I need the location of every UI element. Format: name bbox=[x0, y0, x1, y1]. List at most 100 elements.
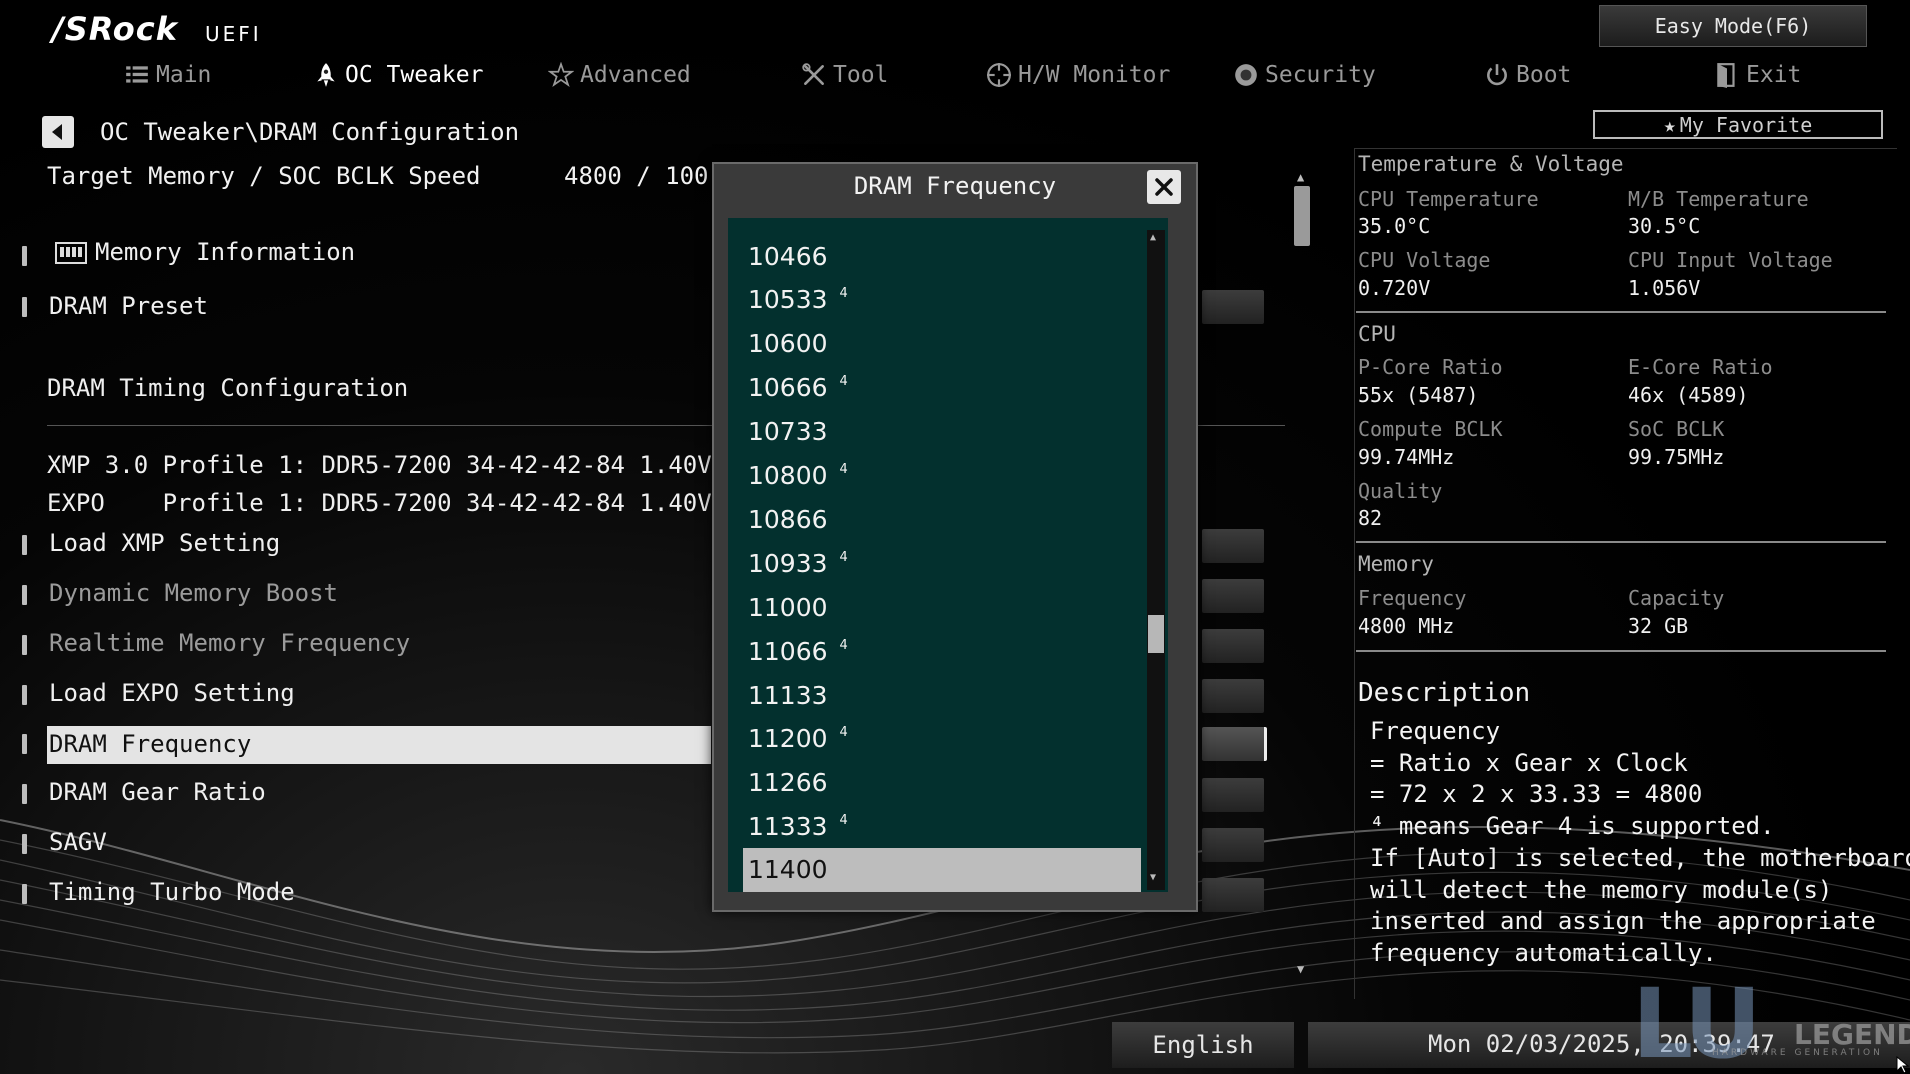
menu-item-dram-preset[interactable]: DRAM Preset bbox=[0, 290, 700, 326]
tab-oc-tweaker[interactable]: OC Tweaker bbox=[313, 58, 483, 92]
tab-tool[interactable]: Tool bbox=[801, 58, 888, 92]
frequency-option[interactable]: 10600 bbox=[745, 324, 1141, 364]
cpu-heading: CPU bbox=[1358, 322, 1396, 346]
scroll-up-icon[interactable]: ▲ bbox=[1150, 232, 1156, 243]
memory-module-icon bbox=[55, 242, 87, 264]
dialog-scrollbar-thumb[interactable] bbox=[1148, 615, 1164, 653]
item-bullet bbox=[22, 535, 27, 555]
close-button[interactable] bbox=[1147, 170, 1181, 204]
item-label: Load EXPO Setting bbox=[49, 679, 295, 707]
gear4-marker: 4 bbox=[839, 549, 848, 565]
frequency-option[interactable]: 11266 bbox=[745, 763, 1141, 803]
gear4-marker: 4 bbox=[839, 462, 848, 477]
frequency-option[interactable]: 11133 bbox=[745, 675, 1141, 715]
value-box-selected[interactable] bbox=[1202, 727, 1267, 761]
cpu-temp-label: CPU Temperature bbox=[1358, 187, 1539, 211]
frequency-option[interactable]: 10866 bbox=[745, 499, 1141, 539]
expo-profile-info: EXPO Profile 1: DDR5-7200 34-42-42-84 1.… bbox=[47, 489, 784, 517]
item-bullet bbox=[22, 297, 27, 317]
frequency-option[interactable]: 11200 4 bbox=[745, 719, 1141, 759]
easy-mode-button[interactable]: Easy Mode(F6) bbox=[1599, 5, 1867, 47]
tab-label: Tool bbox=[833, 62, 889, 88]
frequency-option[interactable]: 11333 4 bbox=[745, 807, 1141, 847]
tools-icon bbox=[802, 63, 824, 85]
frequency-option[interactable]: 10666 4 bbox=[745, 368, 1141, 408]
tab-label: Advanced bbox=[580, 62, 691, 88]
scroll-down-icon[interactable]: ▼ bbox=[1297, 962, 1304, 976]
item-label: Dynamic Memory Boost bbox=[49, 579, 338, 607]
value-box[interactable] bbox=[1202, 529, 1264, 563]
frequency-option[interactable]: 11000 bbox=[745, 587, 1141, 627]
item-bullet bbox=[22, 734, 27, 754]
option-value: 10466 bbox=[748, 241, 828, 271]
tab-exit[interactable]: Exit bbox=[1714, 58, 1801, 92]
value-box[interactable] bbox=[1202, 290, 1264, 324]
item-label: Realtime Memory Frequency bbox=[49, 629, 411, 657]
tab-main[interactable]: Main bbox=[124, 58, 211, 92]
menu-item-load-expo[interactable]: Load EXPO Setting bbox=[0, 677, 700, 713]
menu-item-realtime-memory-frequency[interactable]: Realtime Memory Frequency bbox=[0, 627, 700, 663]
menu-item-memory-information[interactable]: Memory Information bbox=[0, 236, 700, 272]
divider bbox=[1356, 650, 1886, 652]
frequency-option[interactable]: 10733 bbox=[745, 412, 1141, 452]
xmp-profile-info: XMP 3.0 Profile 1: DDR5-7200 34-42-42-84… bbox=[47, 451, 784, 479]
frequency-option[interactable]: 11066 4 bbox=[745, 631, 1141, 671]
frequency-option[interactable]: 11400 bbox=[743, 847, 1141, 892]
dialog-title: DRAM Frequency bbox=[853, 172, 1057, 200]
watermark-text: LEGEND bbox=[1794, 1018, 1910, 1051]
quality-label: Quality bbox=[1358, 479, 1443, 503]
main-scrollbar[interactable] bbox=[1294, 172, 1310, 976]
dialog-scrollbar[interactable] bbox=[1147, 230, 1165, 890]
item-bullet bbox=[22, 784, 27, 804]
scroll-up-icon[interactable]: ▲ bbox=[1297, 170, 1304, 184]
gear4-marker: 4 bbox=[839, 374, 848, 390]
option-value: 11200 bbox=[748, 724, 828, 754]
compute-bclk-value: 99.74MHz bbox=[1358, 445, 1455, 469]
frequency-option[interactable]: 10800 4 bbox=[745, 456, 1141, 496]
pcore-ratio-value: 55x (5487) bbox=[1358, 383, 1479, 407]
scroll-down-icon[interactable]: ▼ bbox=[1150, 872, 1156, 883]
menu-item-dram-frequency[interactable]: DRAM Frequency bbox=[47, 726, 711, 764]
item-label: DRAM Preset bbox=[49, 292, 208, 320]
description-title: Description bbox=[1358, 678, 1531, 708]
value-box[interactable] bbox=[1202, 679, 1264, 713]
frequency-option[interactable]: 10466 bbox=[745, 236, 1141, 276]
menu-item-timing-turbo-mode[interactable]: Timing Turbo Mode bbox=[0, 876, 700, 912]
value-box[interactable] bbox=[1202, 579, 1264, 613]
menu-item-dram-gear-ratio[interactable]: DRAM Gear Ratio bbox=[0, 776, 700, 812]
mb-temp-value: 30.5°C bbox=[1628, 214, 1701, 238]
tab-label: H/W Monitor bbox=[1018, 62, 1171, 88]
tab-security[interactable]: Security bbox=[1233, 58, 1376, 92]
option-value: 11266 bbox=[748, 768, 828, 798]
gear4-marker: 4 bbox=[839, 286, 848, 302]
value-box[interactable] bbox=[1202, 629, 1264, 663]
frequency-option[interactable]: 10533 4 bbox=[745, 280, 1141, 320]
gear4-marker: 4 bbox=[839, 637, 848, 653]
pcore-ratio-label: P-Core Ratio bbox=[1358, 355, 1503, 379]
back-button[interactable] bbox=[42, 116, 74, 148]
memory-frequency-label: Frequency bbox=[1358, 586, 1467, 610]
value-box[interactable] bbox=[1202, 878, 1264, 912]
menu-item-sagv[interactable]: SAGV bbox=[0, 826, 700, 862]
main-scrollbar-thumb[interactable] bbox=[1294, 186, 1310, 246]
tab-label: Main bbox=[156, 62, 212, 88]
soc-bclk-value: 99.75MHz bbox=[1628, 445, 1725, 469]
menu-item-dynamic-memory-boost[interactable]: Dynamic Memory Boost bbox=[0, 577, 700, 613]
tab-advanced[interactable]: Advanced bbox=[548, 58, 691, 92]
menu-item-load-xmp[interactable]: Load XMP Setting bbox=[0, 527, 700, 563]
watermark-logo: LU bbox=[1632, 968, 1762, 1074]
cpu-temp-value: 35.0°C bbox=[1358, 214, 1431, 238]
language-button[interactable]: English bbox=[1112, 1022, 1294, 1068]
item-label: DRAM Frequency bbox=[49, 730, 252, 758]
frequency-option[interactable]: 10933 4 bbox=[745, 543, 1141, 583]
shield-icon bbox=[1235, 64, 1257, 86]
memory-capacity-value: 32 GB bbox=[1628, 614, 1689, 638]
value-box[interactable] bbox=[1202, 778, 1264, 812]
menu-item-dram-timing-configuration[interactable]: DRAM Timing Configuration bbox=[47, 374, 408, 402]
tab-hw-monitor[interactable]: H/W Monitor bbox=[986, 58, 1170, 92]
divider bbox=[1356, 541, 1886, 543]
soc-bclk-label: SoC BCLK bbox=[1628, 417, 1725, 441]
my-favorite-button[interactable]: ★ My Favorite bbox=[1593, 110, 1883, 139]
value-box[interactable] bbox=[1202, 828, 1264, 862]
tab-boot[interactable]: Boot bbox=[1484, 58, 1571, 92]
